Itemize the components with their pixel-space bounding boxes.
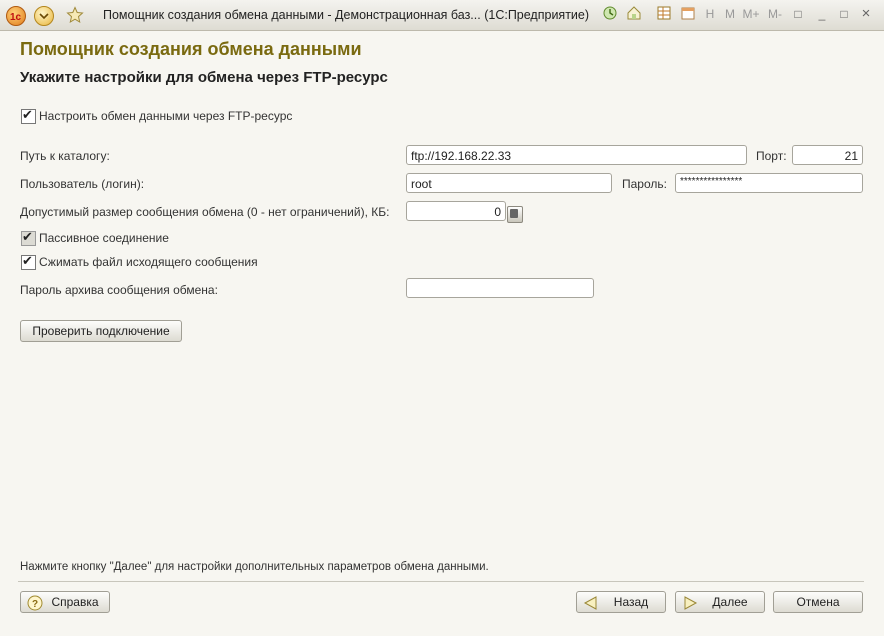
svg-text:?: ? [32, 599, 38, 610]
cancel-button[interactable]: Отмена [773, 591, 863, 613]
page-subtitle: Укажите настройки для обмена через FTP-р… [20, 69, 388, 86]
memory-m-button[interactable]: M [720, 4, 740, 24]
svg-text:1с: 1с [10, 12, 22, 23]
footer-hint: Нажмите кнопку "Далее" для настройки доп… [20, 561, 489, 573]
app-logo-icon[interactable]: 1с [6, 6, 26, 26]
page-title: Помощник создания обмена данными [20, 39, 362, 59]
path-label: Путь к каталогу: [20, 149, 110, 163]
favorites-star-icon[interactable] [66, 6, 84, 24]
back-button-label: Назад [613, 595, 649, 609]
test-connection-button[interactable]: Проверить подключение [20, 320, 182, 342]
checkmark-icon: ✔ [22, 107, 33, 122]
checkmark-icon: ✔ [22, 229, 33, 244]
window-mode-button[interactable]: □ [788, 4, 808, 24]
form-content: Помощник создания обмена данными Укажите… [0, 31, 884, 636]
compress-checkbox[interactable]: ✔ [21, 253, 36, 270]
help-icon: ? [27, 595, 43, 617]
back-button[interactable]: Назад [576, 591, 666, 613]
user-input[interactable]: root [406, 173, 612, 193]
setup-ftp-label: Настроить обмен данными через FTP-ресурс [39, 109, 293, 123]
history-icon[interactable] [600, 4, 620, 24]
calendar-icon[interactable] [678, 4, 698, 24]
window-titlebar: 1с Помощник создания обмена данными - Де… [0, 0, 884, 31]
calculator-icon[interactable] [507, 206, 523, 223]
archive-password-input[interactable] [406, 278, 594, 298]
window-title: Помощник создания обмена данными - Демон… [103, 8, 590, 22]
archive-password-label: Пароль архива сообщения обмена: [20, 283, 218, 297]
setup-ftp-checkbox[interactable]: ✔ [21, 107, 36, 124]
arrow-left-icon [583, 595, 599, 617]
next-button[interactable]: Далее [675, 591, 765, 613]
max-size-label: Допустимый размер сообщения обмена (0 - … [20, 205, 390, 219]
port-label: Порт: [756, 149, 787, 163]
checkmark-icon: ✔ [22, 253, 33, 268]
user-label: Пользователь (логин): [20, 177, 145, 191]
password-label: Пароль: [622, 177, 667, 191]
compress-label: Сжимать файл исходящего сообщения [39, 255, 258, 269]
memory-h-button[interactable]: H [700, 4, 720, 24]
memory-mplus-button[interactable]: M+ [740, 4, 762, 24]
memory-mminus-button[interactable]: M- [764, 4, 786, 24]
passive-connection-label: Пассивное соединение [39, 231, 169, 245]
table-icon[interactable] [654, 4, 674, 24]
help-button[interactable]: ? Справка [20, 591, 110, 613]
password-input[interactable]: **************** [675, 173, 863, 193]
max-size-input[interactable]: 0 [406, 201, 506, 221]
home-icon[interactable] [624, 4, 644, 24]
passive-connection-checkbox[interactable]: ✔ [21, 229, 36, 246]
maximize-button[interactable]: □ [834, 4, 854, 24]
menu-dropdown-icon[interactable] [34, 6, 54, 26]
help-button-label: Справка [51, 595, 99, 609]
path-input[interactable]: ftp://192.168.22.33 [406, 145, 747, 165]
next-button-label: Далее [712, 595, 748, 609]
minimize-button[interactable]: _ [812, 4, 832, 24]
close-button[interactable]: × [856, 4, 876, 24]
port-input[interactable]: 21 [792, 145, 863, 165]
footer-divider [18, 581, 864, 582]
arrow-right-icon [682, 595, 698, 617]
